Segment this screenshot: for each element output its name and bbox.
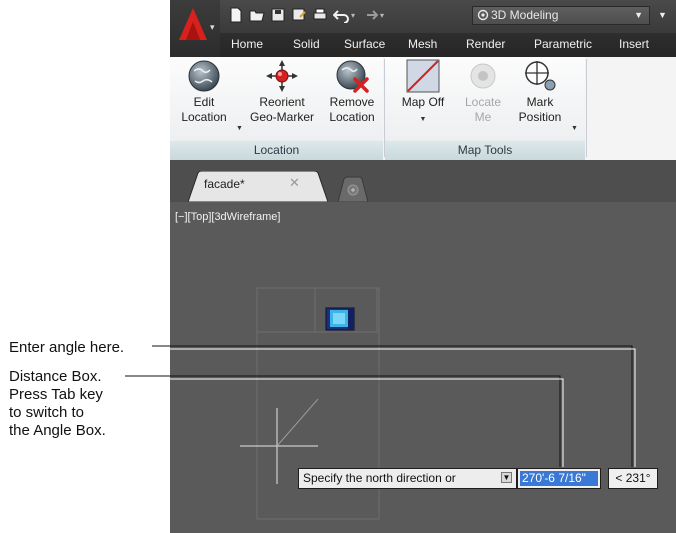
location-panel: Edit Location ▼ Reorient Geo-Marker Remo… (170, 57, 383, 160)
quick-access-toolbar: ▾ ▾ ▾ 3D Modeling ▼ ▼ (170, 0, 676, 57)
workspace-switcher[interactable]: 3D Modeling ▼ (472, 6, 650, 25)
reorient-line1: Reorient (259, 95, 305, 109)
workspace-name: 3D Modeling (491, 8, 559, 22)
gear-icon (477, 9, 489, 21)
distance-callout-line2: Press Tab key (9, 386, 103, 403)
redo-dropdown-icon[interactable]: ▾ (380, 11, 396, 27)
tab-insert[interactable]: Insert (619, 37, 649, 51)
globe-remove-icon (336, 60, 369, 93)
new-file-icon[interactable] (228, 7, 244, 23)
map-off-icon (406, 59, 440, 93)
application-menu-button[interactable]: ▾ (170, 0, 220, 57)
panel-divider (586, 59, 587, 157)
autocad-window: ▾ ▾ ▾ 3D Modeling ▼ ▼ Home Solid Surface… (170, 0, 676, 533)
tab-parametric[interactable]: Parametric (534, 37, 592, 51)
map-off-button[interactable]: Map Off ▼ (393, 59, 453, 127)
plot-icon[interactable] (312, 7, 328, 23)
map-off-label: Map Off (401, 95, 445, 109)
chevron-down-icon: ▼ (634, 10, 643, 20)
mark-position-line2: Position (518, 110, 562, 124)
chevron-down-icon: ▾ (210, 22, 215, 32)
mark-position-line1: Mark (526, 95, 554, 109)
tab-solid[interactable]: Solid (293, 37, 320, 51)
mark-position-icon (525, 61, 556, 91)
angle-value[interactable]: < 231° (615, 471, 650, 485)
edit-location-button[interactable]: Edit Location (173, 59, 235, 125)
distance-callout-line1: Distance Box. (9, 368, 102, 385)
globe-icon (188, 60, 220, 92)
ribbon-tab-bar: Home Solid Surface Mesh Render Parametri… (220, 33, 676, 57)
location-panel-title[interactable]: Location (170, 141, 383, 160)
reorient-line2: Geo-Marker (249, 110, 314, 124)
remove-location-line2: Location (329, 110, 375, 124)
file-tab-bar: facade* ✕ (170, 160, 676, 202)
drawing-viewport[interactable]: [−][Top][3dWireframe] Specify the north … (170, 202, 676, 533)
options-arrow-icon[interactable]: ▼ (501, 472, 512, 483)
mark-position-dropdown-icon[interactable]: ▼ (571, 125, 578, 132)
save-as-icon[interactable] (291, 7, 307, 23)
map-tools-panel: Map Off ▼ Locate Me Mark Position ▼ Map … (385, 57, 585, 160)
save-icon[interactable] (270, 7, 286, 23)
geo-marker-image-icon (325, 307, 355, 331)
tab-mesh[interactable]: Mesh (408, 37, 437, 51)
map-tools-panel-title[interactable]: Map Tools (385, 141, 585, 160)
ribbon: Edit Location ▼ Reorient Geo-Marker Remo… (170, 57, 676, 161)
tab-render[interactable]: Render (466, 37, 505, 51)
customize-toolbar-icon[interactable]: ▼ (658, 6, 670, 24)
angle-input[interactable]: < 231° (608, 468, 658, 489)
locate-me-icon (470, 63, 496, 89)
distance-callout-line3: to switch to (9, 404, 85, 421)
remove-location-button[interactable]: Remove Location (321, 59, 383, 125)
redo-icon[interactable] (362, 7, 378, 23)
edit-location-line2: Location (181, 110, 227, 124)
angle-callout-text: Enter angle here. (9, 339, 125, 356)
edit-location-dropdown-icon[interactable]: ▼ (236, 125, 243, 132)
distance-callout: Distance Box. Press Tab key to switch to… (9, 368, 106, 440)
distance-value[interactable]: 270'-6 7/16" (520, 471, 598, 486)
geo-marker-icon (266, 60, 298, 92)
locate-me-line1: Locate (464, 95, 502, 109)
distance-callout-line4: the Angle Box. (9, 422, 106, 439)
close-icon[interactable]: ✕ (289, 175, 300, 191)
tab-home[interactable]: Home (231, 37, 263, 51)
distance-input[interactable]: 270'-6 7/16" (517, 468, 601, 489)
edit-location-line1: Edit (193, 95, 215, 109)
reorient-geo-marker-button[interactable]: Reorient Geo-Marker (245, 59, 319, 125)
open-file-icon[interactable] (249, 7, 265, 23)
angle-callout: Enter angle here. (9, 339, 124, 357)
autocad-logo-icon (179, 8, 207, 40)
locate-me-button[interactable]: Locate Me (458, 59, 508, 125)
dynamic-input-prompt: Specify the north direction or ▼ (298, 468, 517, 489)
remove-location-line1: Remove (329, 95, 375, 109)
undo-icon[interactable] (333, 7, 349, 23)
map-off-dropdown-icon[interactable]: ▼ (420, 116, 427, 123)
new-tab-icon[interactable] (338, 176, 368, 202)
file-tab-facade[interactable]: facade* (204, 177, 245, 191)
command-prompt-text: Specify the north direction or (303, 471, 456, 485)
tab-surface[interactable]: Surface (344, 37, 385, 51)
mark-position-button[interactable]: Mark Position (511, 59, 569, 125)
locate-me-line2: Me (474, 110, 492, 124)
